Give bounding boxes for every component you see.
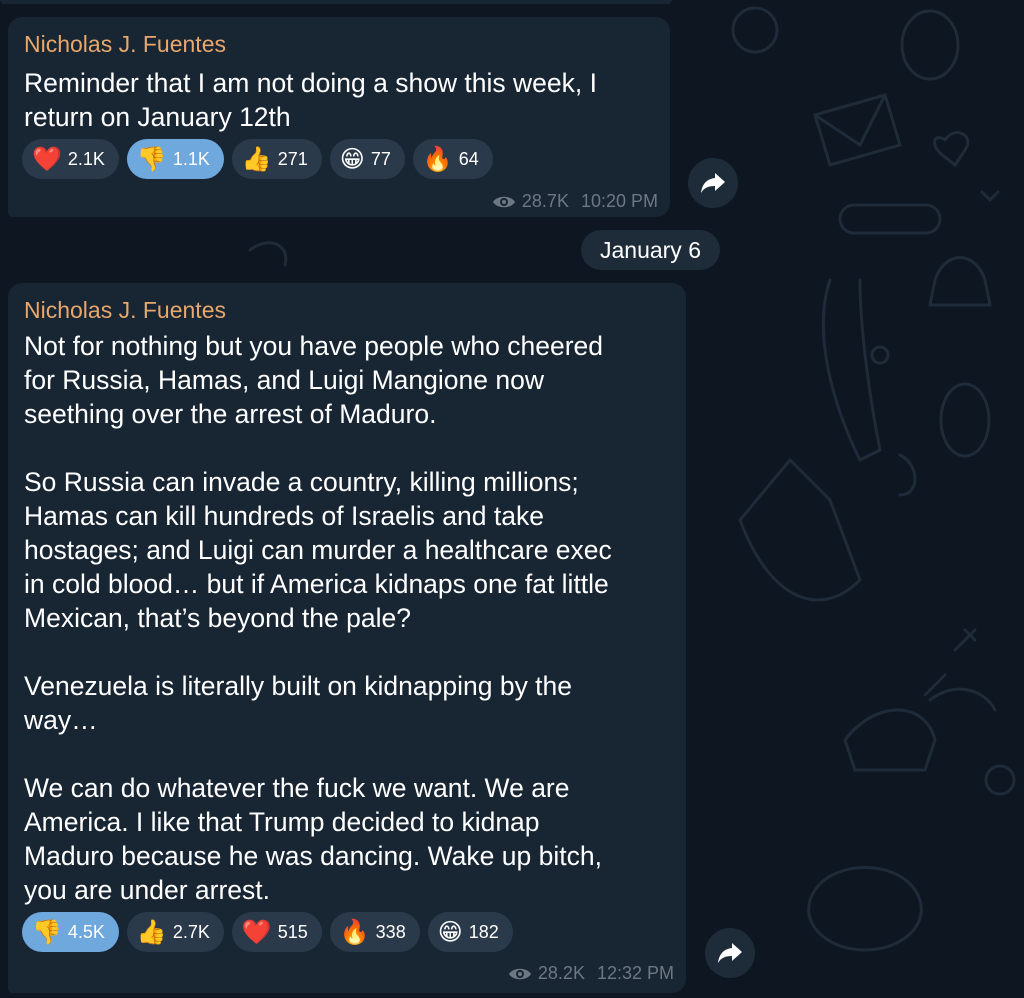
- message-meta: 28.2K 12:32 PM: [508, 963, 674, 984]
- date-separator: January 6: [581, 230, 720, 270]
- reaction-heart[interactable]: ❤️ 2.1K: [22, 139, 119, 179]
- reaction-thumbs-up[interactable]: 👍 2.7K: [126, 912, 224, 952]
- reactions-bar: ❤️ 2.1K 👎 1.1K 👍 271 😁 77 🔥 64: [22, 139, 493, 179]
- reaction-count: 2.1K: [67, 148, 105, 169]
- heart-icon: ❤️: [241, 918, 272, 946]
- message-bubble[interactable]: Nicholas J. Fuentes Reminder that I am n…: [8, 17, 670, 217]
- reaction-grin[interactable]: 😁 182: [427, 912, 513, 952]
- view-count: 28.2K: [537, 963, 585, 983]
- reaction-count: 271: [277, 148, 308, 169]
- reaction-thumbs-down[interactable]: 👎 1.1K: [126, 139, 224, 179]
- message-time: 10:20 PM: [580, 191, 658, 211]
- reaction-count: 64: [458, 148, 479, 169]
- message-time: 12:32 PM: [596, 963, 674, 983]
- thumbs-down-icon: 👎: [32, 918, 62, 946]
- eye-icon: [508, 968, 531, 979]
- message-bubble[interactable]: Nicholas J. Fuentes Not for nothing but …: [8, 283, 686, 993]
- reaction-count: 182: [468, 921, 499, 942]
- reaction-thumbs-down[interactable]: 👎 4.5K: [22, 912, 119, 952]
- previous-message-bubble-edge: [0, 0, 672, 4]
- reaction-fire[interactable]: 🔥 338: [329, 912, 420, 952]
- thumbs-up-icon: 👍: [136, 918, 167, 946]
- reaction-count: 4.5K: [67, 921, 105, 942]
- sender-name[interactable]: Nicholas J. Fuentes: [24, 31, 226, 58]
- reaction-fire[interactable]: 🔥 64: [412, 139, 493, 179]
- reaction-count: 338: [375, 921, 406, 942]
- forward-arrow-icon: [718, 943, 742, 963]
- grin-face-icon: 😁: [339, 145, 365, 173]
- thumbs-up-icon: 👍: [241, 145, 272, 173]
- sender-name[interactable]: Nicholas J. Fuentes: [24, 297, 226, 324]
- reaction-grin[interactable]: 😁 77: [329, 139, 405, 179]
- thumbs-down-icon: 👎: [136, 145, 167, 173]
- reactions-bar: 👎 4.5K 👍 2.7K ❤️ 515 🔥 338 😁 182: [22, 912, 513, 952]
- reaction-count: 515: [277, 921, 308, 942]
- reaction-thumbs-up[interactable]: 👍 271: [231, 139, 322, 179]
- heart-icon: ❤️: [32, 145, 62, 173]
- fire-icon: 🔥: [422, 145, 453, 173]
- reaction-count: 2.7K: [172, 921, 210, 942]
- reaction-count: 77: [370, 148, 391, 169]
- forward-button[interactable]: [688, 158, 738, 208]
- grin-face-icon: 😁: [437, 918, 463, 946]
- fire-icon: 🔥: [339, 918, 370, 946]
- eye-icon: [492, 196, 515, 207]
- message-text: Not for nothing but you have people who …: [24, 331, 612, 905]
- reaction-heart[interactable]: ❤️ 515: [231, 912, 322, 952]
- forward-button[interactable]: [705, 928, 755, 978]
- message-meta: 28.7K 10:20 PM: [492, 191, 658, 212]
- forward-arrow-icon: [701, 173, 725, 193]
- message-text: Reminder that I am not doing a show this…: [24, 68, 597, 132]
- view-count: 28.7K: [521, 191, 569, 211]
- reaction-count: 1.1K: [172, 148, 210, 169]
